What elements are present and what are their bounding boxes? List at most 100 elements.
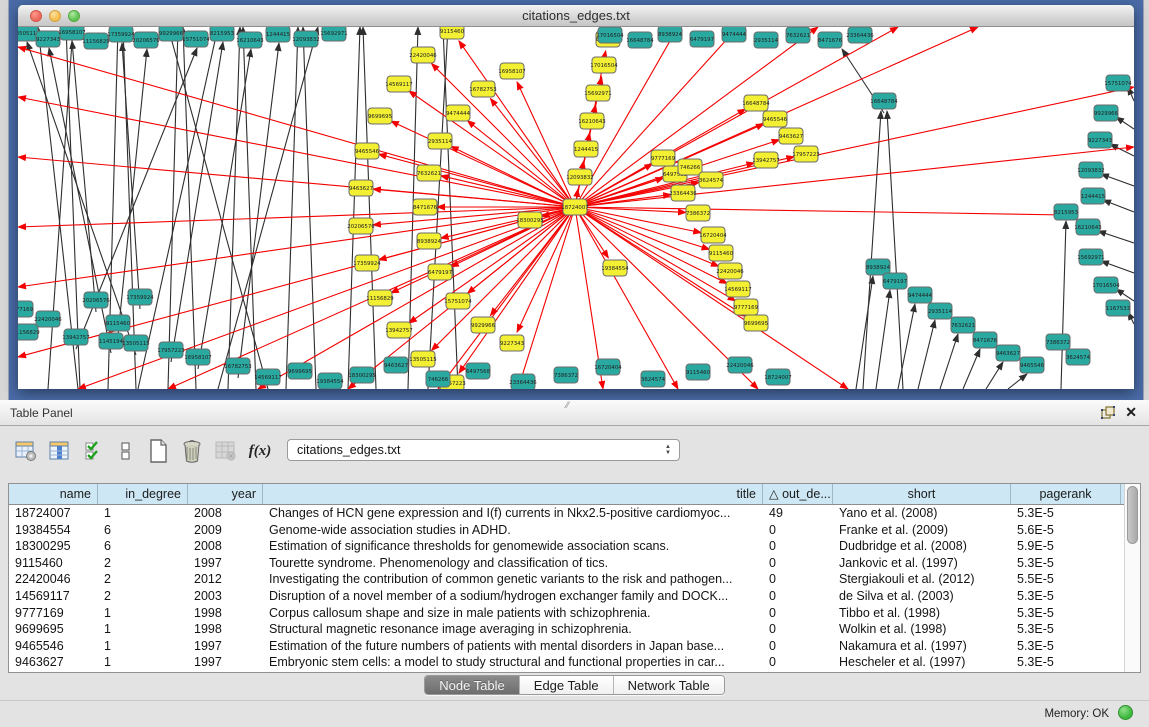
table-cell-short[interactable]: de Silva et al. (2003) <box>833 588 1011 605</box>
network-node[interactable]: 14569117 <box>385 76 412 92</box>
hub-citation-edge[interactable] <box>18 207 575 227</box>
close-window-button[interactable] <box>30 10 42 22</box>
table-cell-title[interactable]: Embryonic stem cells: a model to study s… <box>263 654 763 671</box>
network-node[interactable]: 9463627 <box>349 180 373 196</box>
column-header-name[interactable]: name <box>9 484 98 504</box>
network-node[interactable]: 9929966 <box>471 317 496 333</box>
column-header-pagerank[interactable]: pagerank <box>1011 484 1121 504</box>
network-node[interactable]: 16648784 <box>870 93 898 109</box>
table-cell-in_degree[interactable]: 2 <box>98 555 188 572</box>
network-node[interactable]: 17957223 <box>157 342 184 358</box>
table-cell-name[interactable]: 19384554 <box>9 522 98 539</box>
network-node[interactable]: 20206576 <box>347 218 375 234</box>
table-cell-in_degree[interactable]: 2 <box>98 571 188 588</box>
minimize-window-button[interactable] <box>49 10 61 22</box>
table-cell-short[interactable]: Hescheler et al. (1997) <box>833 654 1011 671</box>
table-cell-pagerank[interactable]: 5.3E-5 <box>1011 621 1121 638</box>
network-node[interactable]: 13942757 <box>385 322 412 338</box>
network-node[interactable]: 8471676 <box>973 332 998 348</box>
network-node[interactable]: 15751074 <box>1104 75 1132 91</box>
table-cell-pagerank[interactable]: 5.3E-5 <box>1011 605 1121 622</box>
table-cell-name[interactable]: 14569117 <box>9 588 98 605</box>
network-node[interactable]: 9699695 <box>744 315 768 331</box>
network-node[interactable]: 7386372 <box>1046 334 1070 350</box>
network-node[interactable]: 18300295 <box>348 367 375 383</box>
network-node[interactable]: 20206576 <box>132 32 160 48</box>
table-cell-title[interactable]: Genome-wide association studies in ADHD. <box>263 522 763 539</box>
citation-edge[interactable] <box>303 27 316 389</box>
network-node[interactable]: 9777169 <box>651 150 676 166</box>
network-node[interactable]: 16958107 <box>498 63 525 79</box>
scrollbar-thumb[interactable] <box>1127 486 1138 544</box>
citation-edge[interactable] <box>348 27 360 389</box>
network-node[interactable]: 17016504 <box>590 57 618 73</box>
hub-citation-edge[interactable] <box>18 97 575 207</box>
table-cell-in_degree[interactable]: 1 <box>98 621 188 638</box>
citation-edge[interactable] <box>986 362 1003 389</box>
citation-edge[interactable] <box>218 27 318 389</box>
select-rows-icon[interactable] <box>82 438 106 464</box>
network-node[interactable]: 746266 <box>678 159 702 175</box>
table-cell-year[interactable]: 1998 <box>188 605 263 622</box>
citation-edge[interactable] <box>1061 221 1066 389</box>
table-row[interactable]: 969969511998Structural magnetic resonanc… <box>9 621 1140 638</box>
network-node[interactable]: 16720404 <box>699 227 727 243</box>
table-cell-pagerank[interactable]: 5.3E-5 <box>1011 588 1121 605</box>
citation-edge[interactable] <box>876 290 890 389</box>
table-cell-title[interactable]: Corpus callosum shape and size in male p… <box>263 605 763 622</box>
network-window[interactable]: citations_edges.txt 91154602242004614569… <box>18 5 1134 389</box>
network-node[interactable]: 9929966 <box>159 27 184 41</box>
network-node[interactable]: 7632621 <box>417 165 441 181</box>
citation-edge[interactable] <box>443 27 458 389</box>
network-node[interactable]: 16648784 <box>742 95 770 111</box>
network-node[interactable]: 6497568 <box>466 363 491 379</box>
network-node[interactable]: 9463627 <box>384 357 408 373</box>
network-node[interactable]: 1244415 <box>266 27 290 42</box>
network-node[interactable]: 7386372 <box>554 367 578 383</box>
table-cell-in_degree[interactable]: 1 <box>98 654 188 671</box>
network-node[interactable]: 746266 <box>426 371 450 387</box>
table-cell-title[interactable]: Disruption of a novel member of a sodium… <box>263 588 763 605</box>
hub-citation-edge[interactable] <box>575 207 746 317</box>
network-node[interactable]: 1244415 <box>1081 188 1105 204</box>
tab-network-table[interactable]: Network Table <box>614 676 724 694</box>
table-cell-name[interactable]: 9115460 <box>9 555 98 572</box>
network-node[interactable]: 1244415 <box>574 141 598 157</box>
show-columns-icon[interactable] <box>48 438 72 464</box>
network-node[interactable]: 14569117 <box>254 369 281 385</box>
citation-edge[interactable] <box>887 111 903 389</box>
network-node[interactable]: 8471676 <box>413 199 438 215</box>
memory-status-indicator[interactable] <box>1118 705 1133 720</box>
network-node[interactable]: 9465546 <box>1020 357 1045 373</box>
table-cell-in_degree[interactable]: 6 <box>98 522 188 539</box>
table-cell-title[interactable]: Structural magnetic resonance image aver… <box>263 621 763 638</box>
table-cell-out_degree[interactable]: 0 <box>763 654 833 671</box>
network-node[interactable]: 23364436 <box>669 185 697 201</box>
table-cell-name[interactable]: 18724007 <box>9 505 98 522</box>
table-cell-name[interactable]: 9777169 <box>9 605 98 622</box>
table-cell-in_degree[interactable]: 6 <box>98 538 188 555</box>
table-cell-title[interactable]: Estimation of the future numbers of pati… <box>263 638 763 655</box>
network-node[interactable]: 6479197 <box>428 264 452 280</box>
table-body[interactable]: 1872400712008Changes of HCN gene express… <box>9 505 1140 671</box>
table-cell-short[interactable]: Tibbo et al. (1998) <box>833 605 1011 622</box>
node-table[interactable]: namein_degreeyeartitle△ out_de...shortpa… <box>8 483 1141 673</box>
network-node[interactable]: 15751074 <box>444 293 472 309</box>
table-cell-in_degree[interactable]: 1 <box>98 505 188 522</box>
network-node[interactable]: 9699695 <box>288 363 312 379</box>
hub-network-node[interactable]: 18724007 <box>561 199 588 215</box>
table-cell-year[interactable]: 2008 <box>188 505 263 522</box>
network-node[interactable]: 7632621 <box>786 27 810 43</box>
merge-rows-icon[interactable] <box>114 438 138 464</box>
network-node[interactable]: 9777169 <box>734 299 759 315</box>
table-cell-name[interactable]: 9465546 <box>9 638 98 655</box>
network-node[interactable]: 8215953 <box>1054 204 1078 220</box>
table-cell-year[interactable]: 2003 <box>188 588 263 605</box>
network-node[interactable]: 6479197 <box>690 31 714 47</box>
table-cell-year[interactable]: 2009 <box>188 522 263 539</box>
network-node[interactable]: 19384554 <box>601 260 629 276</box>
table-row[interactable]: 2242004622012Investigating the contribut… <box>9 571 1140 588</box>
network-node[interactable]: 9115460 <box>106 315 131 331</box>
network-node[interactable]: 9115460 <box>440 27 465 39</box>
citation-edge[interactable] <box>1101 261 1134 273</box>
